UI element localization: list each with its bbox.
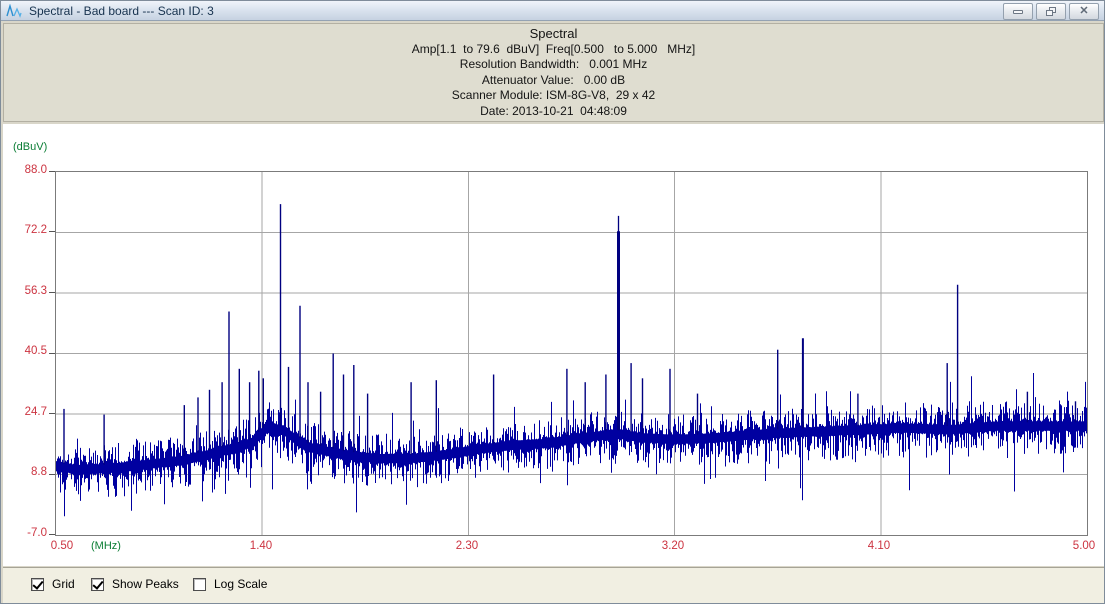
attenuator-value: Attenuator Value: 0.00 dB: [4, 73, 1103, 89]
window-title: Spectral - Bad board --- Scan ID: 3: [29, 4, 214, 18]
x-tick-label: 0.50: [45, 540, 79, 552]
y-tick-label: 40.5: [7, 345, 47, 357]
y-tick-label: 88.0: [7, 164, 47, 176]
x-tick-label: 3.20: [656, 540, 690, 552]
checkbox-label: Show Peaks: [112, 577, 179, 591]
amp-freq-range: Amp[1.1 to 79.6 dBuV] Freq[0.500 to 5.00…: [4, 42, 1103, 58]
title-bar[interactable]: Spectral - Bad board --- Scan ID: 3 ✕: [1, 1, 1104, 21]
checkbox-box[interactable]: [193, 578, 206, 591]
resolution-bandwidth: Resolution Bandwidth: 0.001 MHz: [4, 57, 1103, 73]
y-axis-tick: [49, 474, 55, 475]
app-window: Spectral - Bad board --- Scan ID: 3 ✕ Sp…: [0, 0, 1105, 604]
scan-title: Spectral: [4, 26, 1103, 42]
plot-area: [55, 171, 1088, 536]
checkbox-label: Grid: [52, 577, 75, 591]
log-scale-checkbox[interactable]: Log Scale: [193, 577, 267, 591]
x-tick-label: 1.40: [244, 540, 278, 552]
options-bar: Grid Show Peaks Log Scale: [3, 567, 1104, 603]
y-tick-label: -7.0: [7, 527, 47, 539]
y-axis-tick: [49, 413, 55, 414]
y-tick-label: 56.3: [7, 285, 47, 297]
y-axis-tick: [49, 171, 55, 172]
scan-info-header: Spectral Amp[1.1 to 79.6 dBuV] Freq[0.50…: [3, 23, 1104, 122]
grid-checkbox[interactable]: Grid: [31, 577, 75, 591]
show-peaks-checkbox[interactable]: Show Peaks: [91, 577, 179, 591]
spectral-trace-svg: [56, 172, 1087, 535]
checkbox-label: Log Scale: [214, 577, 267, 591]
y-tick-label: 72.2: [7, 224, 47, 236]
window-controls: ✕: [1003, 3, 1099, 20]
minimize-button[interactable]: [1003, 3, 1033, 20]
close-icon: ✕: [1079, 6, 1088, 17]
y-axis-tick: [49, 534, 55, 535]
y-axis-unit-label: (dBuV): [13, 141, 47, 153]
restore-icon: [1046, 7, 1056, 16]
x-tick-label: 4.10: [862, 540, 896, 552]
x-tick-label: 5.00: [1067, 540, 1101, 552]
y-axis-tick: [49, 231, 55, 232]
restore-button[interactable]: [1036, 3, 1066, 20]
y-axis-tick: [49, 292, 55, 293]
scan-date: Date: 2013-10-21 04:48:09: [4, 104, 1103, 120]
waveform-icon: [6, 4, 24, 18]
x-tick-label: 2.30: [450, 540, 484, 552]
minimize-icon: [1013, 10, 1023, 14]
y-axis-tick: [49, 353, 55, 354]
y-tick-label: 24.7: [7, 406, 47, 418]
y-tick-label: 8.8: [7, 466, 47, 478]
checkbox-box[interactable]: [91, 578, 104, 591]
x-axis-unit-label: (MHz): [91, 540, 121, 552]
scanner-module: Scanner Module: ISM-8G-V8, 29 x 42: [4, 88, 1103, 104]
spectral-chart: (dBuV) 88.0 72.2 56.3 40.5 24.7 8.8 -7.0…: [3, 124, 1104, 566]
close-button[interactable]: ✕: [1069, 3, 1099, 20]
checkbox-box[interactable]: [31, 578, 44, 591]
